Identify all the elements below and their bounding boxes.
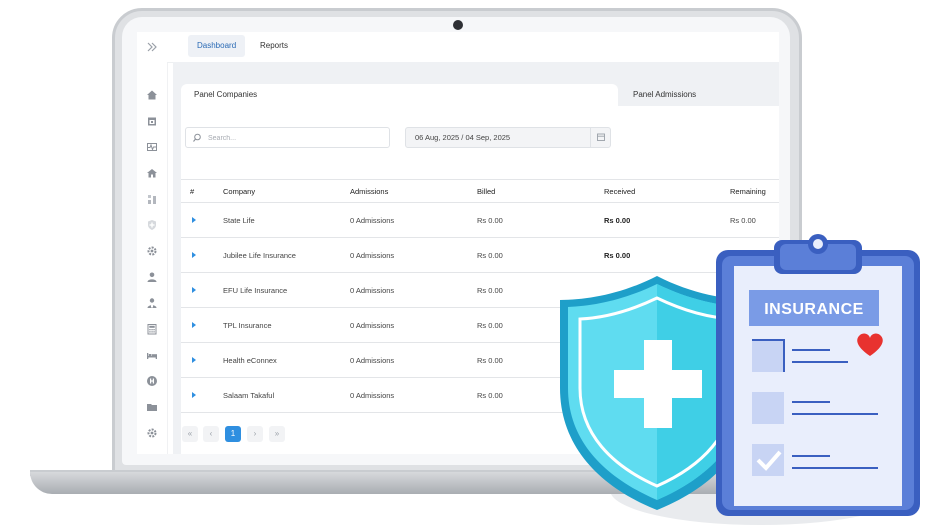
date-range-value: 06 Aug, 2025 / 04 Sep, 2025 [415,133,511,142]
column-header-remaining[interactable]: Remaining [730,187,766,196]
received-amount: Rs 0.00 [604,216,631,225]
admissions-count: 0 Admissions [350,321,395,330]
search-field[interactable] [185,127,390,148]
admissions-count: 0 Admissions [350,391,395,400]
admissions-count: 0 Admissions [350,216,395,225]
expand-row-icon[interactable] [192,252,196,258]
billed-amount: Rs 0.00 [477,216,503,225]
folder-icon[interactable] [145,400,159,414]
tab-reports[interactable]: Reports [251,35,297,57]
calendar-icon [597,133,605,141]
insurance-label: INSURANCE [764,301,864,318]
sidebar [137,32,168,454]
admissions-count: 0 Admissions [350,251,395,260]
billed-amount: Rs 0.00 [477,356,503,365]
column-header-billed[interactable]: Billed [477,187,495,196]
column-header-company[interactable]: Company [223,187,255,196]
admissions-count: 0 Admissions [350,286,395,295]
user-group-icon[interactable] [145,296,159,310]
user-icon[interactable] [145,270,159,284]
expand-row-icon[interactable] [192,322,196,328]
admissions-count: 0 Admissions [350,356,395,365]
last-page-button[interactable]: » [269,426,285,442]
expand-chevrons-icon[interactable] [145,40,159,54]
company-name: Salaam Takaful [223,391,275,400]
search-icon [193,133,201,142]
expand-row-icon[interactable] [192,357,196,363]
activity-icon[interactable] [145,140,159,154]
next-page-button[interactable]: › [247,426,263,442]
company-name: Jubilee Life Insurance [223,251,296,260]
expand-row-icon[interactable] [192,287,196,293]
table-row[interactable]: State Life 0 Admissions Rs 0.00 Rs 0.00 … [181,203,779,238]
tab-panel-companies[interactable]: Panel Companies [181,84,618,106]
expand-row-icon[interactable] [192,392,196,398]
billed-amount: Rs 0.00 [477,251,503,260]
table-header: # Company Admissions Billed Received Rem… [181,179,779,203]
bed-icon[interactable] [145,348,159,362]
remaining-amount: Rs 0.00 [730,216,756,225]
received-amount: Rs 0.00 [604,251,631,260]
column-header-index: # [190,187,195,196]
column-header-received[interactable]: Received [604,187,635,196]
company-name: State Life [223,216,255,225]
date-range-field[interactable]: 06 Aug, 2025 / 04 Sep, 2025 [405,127,611,148]
top-nav: Dashboard Reports [167,32,779,63]
expand-row-icon[interactable] [192,217,196,223]
billed-amount: Rs 0.00 [477,321,503,330]
billed-amount: Rs 0.00 [477,391,503,400]
hospital-icon[interactable] [145,374,159,388]
tab-panel-admissions[interactable]: Panel Admissions [619,84,779,106]
prev-page-button[interactable]: ‹ [203,426,219,442]
settings-icon[interactable] [145,426,159,440]
company-name: TPL Insurance [223,321,272,330]
company-name: Health eConnex [223,356,277,365]
first-page-button[interactable]: « [182,426,198,442]
tab-dashboard[interactable]: Dashboard [188,35,246,57]
column-header-admissions[interactable]: Admissions [350,187,388,196]
webcam-icon [453,20,463,30]
gear-icon[interactable] [145,244,159,258]
company-name: EFU Life Insurance [223,286,288,295]
insurance-clipboard-icon [716,234,920,516]
building-icon[interactable] [145,166,159,180]
calculator-icon[interactable] [145,322,159,336]
grid-icon[interactable] [145,192,159,206]
page-1-button[interactable]: 1 [225,426,241,442]
calendar-icon[interactable] [145,114,159,128]
billed-amount: Rs 0.00 [477,286,503,295]
home-icon[interactable] [145,88,159,102]
search-input[interactable] [206,130,385,147]
shield-icon[interactable] [145,218,159,232]
calendar-button[interactable] [590,128,611,147]
